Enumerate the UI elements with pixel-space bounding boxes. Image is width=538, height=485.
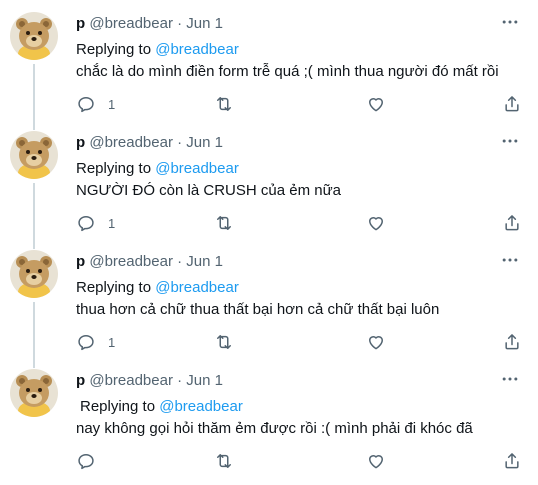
display-name[interactable]: p <box>76 15 85 32</box>
tweet[interactable]: p @breadbear · Jun 1 Replying to @breadb… <box>0 357 538 477</box>
tweet-header: p @breadbear · Jun 1 <box>76 371 223 391</box>
like-icon <box>366 213 386 233</box>
share-button[interactable] <box>502 211 522 235</box>
tweet[interactable]: p @breadbear · Jun 1 Replying to @breadb… <box>0 119 538 239</box>
replying-to-label: Replying to <box>76 41 152 58</box>
tweet-header: p @breadbear · Jun 1 <box>76 133 223 153</box>
avatar[interactable] <box>10 369 58 417</box>
share-icon <box>502 451 522 471</box>
replying-to: Replying to @breadbear <box>80 397 243 417</box>
tweet-actions: 1 <box>68 92 528 116</box>
reply-button[interactable] <box>76 449 108 473</box>
share-button[interactable] <box>502 330 522 354</box>
tweet[interactable]: p @breadbear · Jun 1 Replying to @breadb… <box>0 238 538 358</box>
more-icon[interactable] <box>500 369 520 389</box>
tweet-text: NGƯỜI ĐÓ còn là CRUSH của ẻm nữa <box>76 182 341 199</box>
thread: p @breadbear · Jun 1 Replying to @breadb… <box>0 0 538 485</box>
reply-icon <box>76 94 96 114</box>
reply-count: 1 <box>108 215 116 231</box>
timestamp[interactable]: · Jun 1 <box>177 15 223 32</box>
like-button[interactable] <box>366 211 386 235</box>
tweet-actions: 1 <box>68 330 528 354</box>
timestamp[interactable]: · Jun 1 <box>177 134 223 151</box>
display-name[interactable]: p <box>76 134 85 151</box>
avatar[interactable] <box>10 12 58 60</box>
timestamp[interactable]: · Jun 1 <box>177 372 223 389</box>
retweet-icon <box>214 451 234 471</box>
more-icon[interactable] <box>500 250 520 270</box>
display-name[interactable]: p <box>76 253 85 270</box>
retweet-button[interactable] <box>214 92 234 116</box>
tweet-actions <box>68 449 528 473</box>
like-button[interactable] <box>366 449 386 473</box>
avatar[interactable] <box>10 131 58 179</box>
reply-button[interactable]: 1 <box>76 92 115 116</box>
reply-icon <box>76 332 96 352</box>
reply-icon <box>76 213 96 233</box>
tweet-text: chắc là do mình điền form trễ quá ;( mìn… <box>76 63 499 80</box>
replying-to-label: Replying to <box>80 398 156 415</box>
retweet-button[interactable] <box>214 449 234 473</box>
share-icon <box>502 94 522 114</box>
replying-to-link[interactable]: @breadbear <box>155 160 239 177</box>
tweet-header: p @breadbear · Jun 1 <box>76 14 223 34</box>
share-icon <box>502 213 522 233</box>
tweet-text: thua hơn cả chữ thua thất bại hơn cả chữ… <box>76 301 440 318</box>
replying-to: Replying to @breadbear <box>76 278 239 298</box>
reply-count: 1 <box>108 96 116 112</box>
share-icon <box>502 332 522 352</box>
replying-to-label: Replying to <box>76 279 152 296</box>
reply-button[interactable]: 1 <box>76 330 115 354</box>
retweet-button[interactable] <box>214 330 234 354</box>
replying-to-link[interactable]: @breadbear <box>155 279 239 296</box>
bear-avatar-icon <box>10 250 58 298</box>
replying-to-label: Replying to <box>76 160 152 177</box>
replying-to: Replying to @breadbear <box>76 40 239 60</box>
handle[interactable]: @breadbear <box>89 253 173 270</box>
retweet-icon <box>214 332 234 352</box>
display-name[interactable]: p <box>76 372 85 389</box>
retweet-icon <box>214 94 234 114</box>
bear-avatar-icon <box>10 131 58 179</box>
share-button[interactable] <box>502 92 522 116</box>
like-button[interactable] <box>366 330 386 354</box>
tweet[interactable]: p @breadbear · Jun 1 Replying to @breadb… <box>0 0 538 120</box>
more-icon[interactable] <box>500 12 520 32</box>
handle[interactable]: @breadbear <box>89 15 173 32</box>
replying-to-link[interactable]: @breadbear <box>159 398 243 415</box>
share-button[interactable] <box>502 449 522 473</box>
bear-avatar-icon <box>10 369 58 417</box>
retweet-icon <box>214 213 234 233</box>
reply-icon <box>76 451 96 471</box>
more-icon[interactable] <box>500 131 520 151</box>
like-icon <box>366 451 386 471</box>
retweet-button[interactable] <box>214 211 234 235</box>
tweet-text: nay không gọi hỏi thăm ẻm được rồi :( mì… <box>76 420 473 437</box>
reply-button[interactable]: 1 <box>76 211 115 235</box>
tweet-header: p @breadbear · Jun 1 <box>76 252 223 272</box>
tweet-actions: 1 <box>68 211 528 235</box>
avatar[interactable] <box>10 250 58 298</box>
like-icon <box>366 94 386 114</box>
timestamp[interactable]: · Jun 1 <box>177 253 223 270</box>
like-button[interactable] <box>366 92 386 116</box>
like-icon <box>366 332 386 352</box>
handle[interactable]: @breadbear <box>89 372 173 389</box>
replying-to: Replying to @breadbear <box>76 159 239 179</box>
bear-avatar-icon <box>10 12 58 60</box>
replying-to-link[interactable]: @breadbear <box>155 41 239 58</box>
handle[interactable]: @breadbear <box>89 134 173 151</box>
reply-count: 1 <box>108 334 116 350</box>
